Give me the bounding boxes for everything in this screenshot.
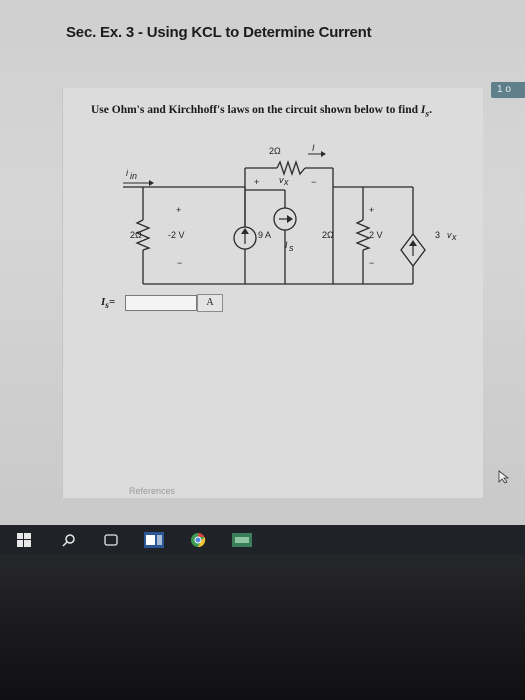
right-plus: + [369, 205, 374, 215]
left-resistor-label: 2Ω [130, 230, 142, 240]
vx-sub: x [283, 177, 289, 187]
page-title: Sec. Ex. 3 - Using KCL to Determine Curr… [66, 24, 372, 41]
task-view-icon [104, 534, 118, 546]
left-minus: − [177, 258, 182, 268]
chrome-icon [191, 532, 206, 548]
references-link[interactable]: References [129, 486, 175, 496]
answer-equals: = [108, 295, 116, 308]
browser-screen: Sec. Ex. 3 - Using KCL to Determine Curr… [0, 0, 525, 525]
left-plus: + [176, 205, 181, 215]
right-resistor-label: 2Ω [322, 230, 334, 240]
source-is-sub: s [289, 243, 294, 253]
app-button[interactable] [220, 525, 264, 555]
windows-taskbar [0, 525, 525, 555]
left-voltage-label: -2 V [168, 230, 185, 240]
answer-unit: A [197, 294, 223, 312]
circuit-diagram: 2Ω I i in + v x − + 2Ω -2 V − 9 A I s + … [123, 143, 457, 285]
windows-start-icon [17, 533, 31, 547]
chrome-button[interactable] [176, 525, 220, 555]
dependent-var-sub: x [451, 232, 457, 242]
arrow-right-icon [321, 151, 326, 157]
word-icon [144, 532, 164, 548]
right-minus: − [369, 258, 374, 268]
page-indicator[interactable]: 1 o [491, 82, 525, 98]
answer-label: Is= [101, 296, 123, 310]
dependent-gain-label: 3 [435, 230, 440, 240]
task-view-button[interactable] [90, 525, 132, 555]
laptop-bezel [0, 555, 525, 700]
start-button[interactable] [0, 525, 48, 555]
current-in-label: i [126, 168, 129, 178]
vx-plus: + [254, 177, 259, 187]
source-is-label: I [285, 240, 288, 250]
mouse-cursor-icon [498, 470, 510, 484]
source-9a-label: 9 A [258, 230, 271, 240]
right-resistor [355, 219, 371, 251]
answer-row: Is= A [101, 294, 223, 312]
search-icon [62, 534, 75, 547]
question-panel: Use Ohm's and Kirchhoff's laws on the ci… [62, 88, 510, 498]
current-in-sub: in [130, 171, 137, 181]
app-icon [232, 533, 252, 547]
top-resistor-label: 2Ω [269, 146, 281, 156]
top-resistor [276, 159, 306, 177]
word-button[interactable] [132, 525, 176, 555]
right-voltage-label: 2 V [369, 230, 383, 240]
arrow-right-icon [149, 180, 154, 186]
current-i-label: I [312, 143, 315, 153]
search-button[interactable] [48, 525, 90, 555]
vx-minus: − [311, 177, 316, 187]
answer-input[interactable] [125, 295, 197, 311]
